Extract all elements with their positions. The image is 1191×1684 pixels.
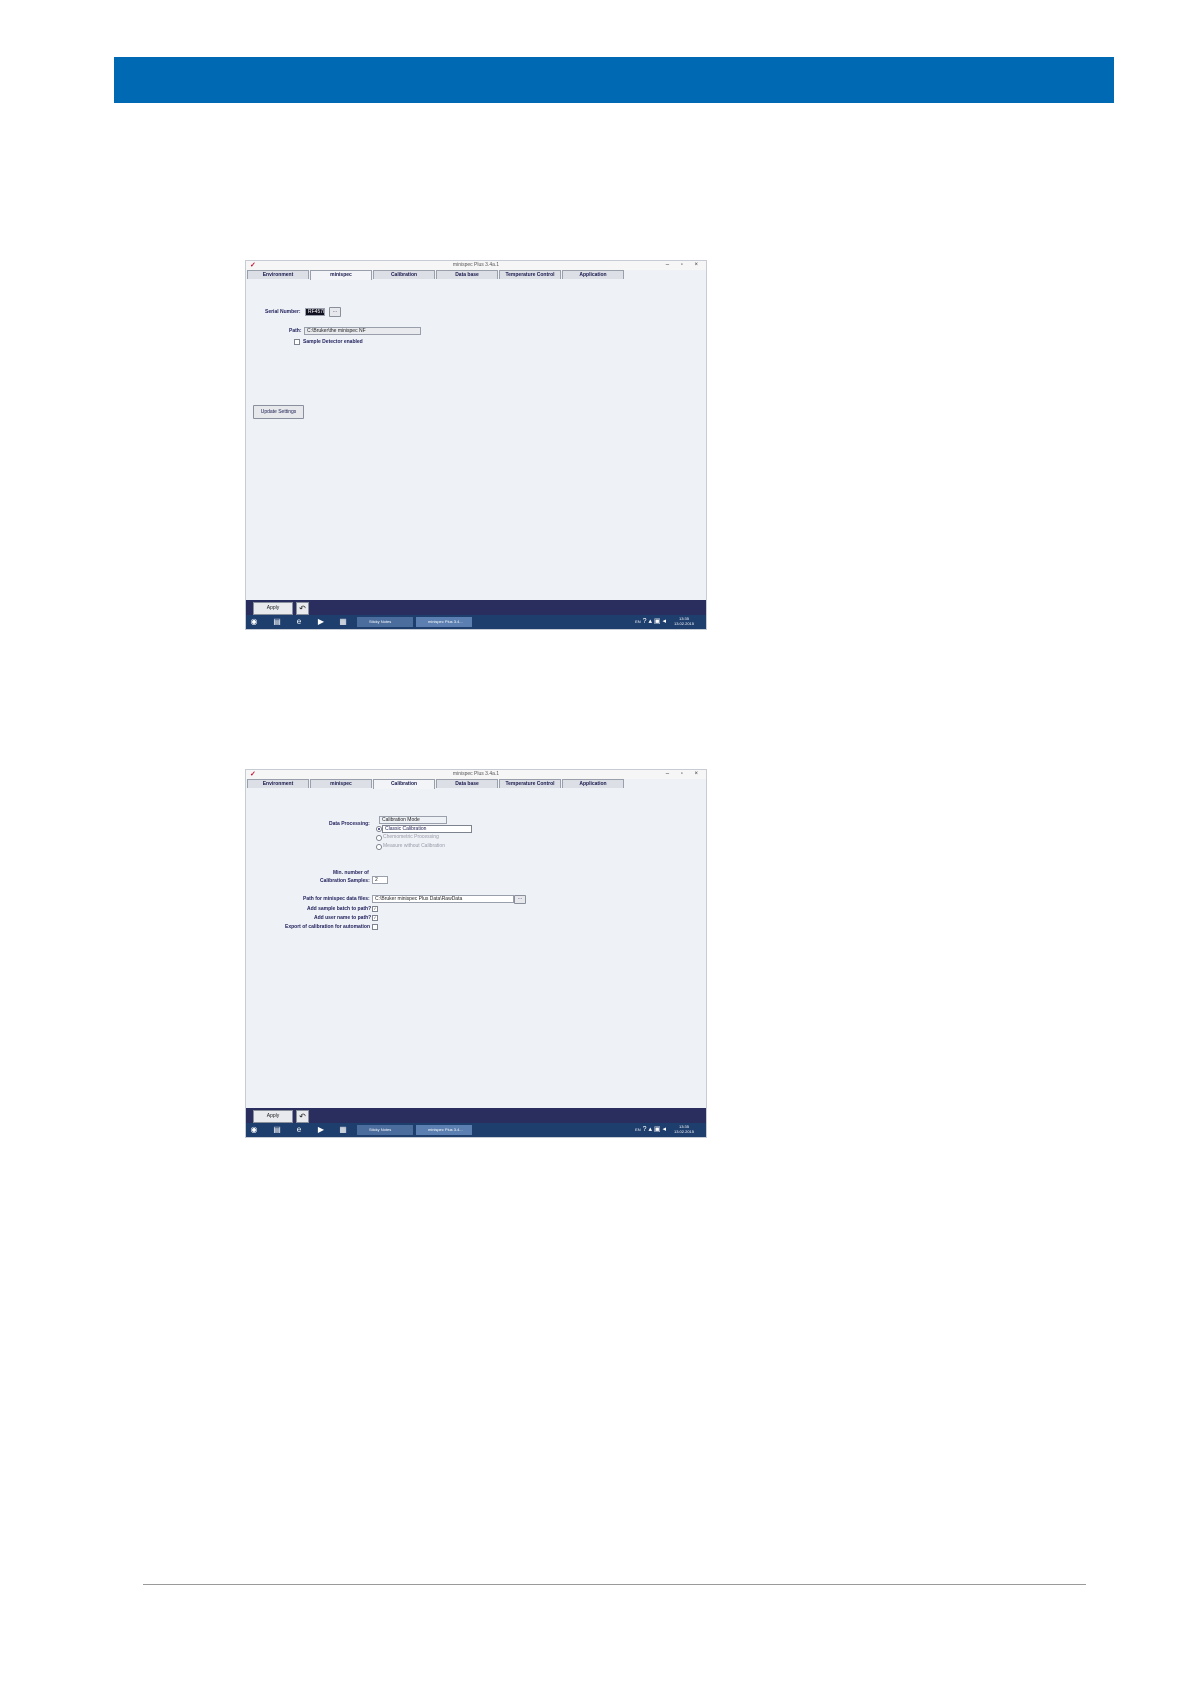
window-controls[interactable]: – ▫ × [666,770,703,779]
window-title: minispec Plus 3.4a.1 [452,262,500,268]
media-player-icon[interactable]: ▶ [316,1125,326,1135]
add-batch-label: Add sample batch to path? [307,906,372,912]
serial-browse-button[interactable]: ... [329,307,341,317]
data-files-path-label: Path for minispec data files: [303,896,370,902]
tab-data-base[interactable]: Data base [436,779,498,788]
tab-data-base[interactable]: Data base [436,270,498,279]
browser-icon[interactable]: e [294,1125,304,1135]
update-settings-button[interactable]: Update Settings [253,405,304,419]
start-orb-icon[interactable]: ◉ [249,1125,259,1135]
option-chemometric[interactable]: Chemometric Processing [383,834,439,840]
tab-bar: Environment minispec Calibration Data ba… [247,270,625,280]
footer-rule [143,1584,1086,1585]
tab-environment[interactable]: Environment [247,779,309,788]
action-bar: Apply ↶ [246,600,706,615]
add-user-label: Add user name to path? [314,915,372,921]
tab-bar: Environment minispec Calibration Data ba… [247,779,625,789]
calibration-mode-group: Calibration Mode [379,816,447,824]
undo-icon[interactable]: ↶ [296,602,309,615]
document-icon[interactable]: ▦ [338,617,348,627]
action-bar: Apply ↶ [246,1108,706,1123]
tab-environment[interactable]: Environment [247,270,309,279]
taskbar-sticky-notes[interactable]: Sticky Notes [357,1125,413,1135]
apply-button[interactable]: Apply [253,602,293,615]
clock: 13:35 13.02.2015 [673,616,694,626]
clock: 13:35 13.02.2015 [673,1124,694,1134]
tab-minispec[interactable]: minispec [310,270,372,280]
tray-icons: EN ? ▴ ▣ ◂ [635,1126,666,1133]
folder-icon[interactable]: ▤ [272,1125,282,1135]
add-user-checkbox[interactable]: ✓ [372,915,378,921]
document-icon[interactable]: ▦ [338,1125,348,1135]
path-field: C:\Bruker\the minispec NF [304,327,421,335]
window-title: minispec Plus 3.4a.1 [452,771,500,777]
tab-calibration[interactable]: Calibration [373,779,435,789]
taskbar: ◉ ▤ e ▶ ▦ Sticky Notes minispec Plus 3.4… [246,1123,706,1137]
tab-calibration[interactable]: Calibration [373,270,435,279]
add-batch-checkbox[interactable]: ✓ [372,906,378,912]
folder-icon[interactable]: ▤ [272,617,282,627]
min-samples-label-1: Min. number of [333,870,369,876]
tab-temperature-control[interactable]: Temperature Control [499,779,561,788]
data-processing-label: Data Processing: [329,821,370,827]
taskbar-minispec[interactable]: minispec Plus 3.4... [416,1125,472,1135]
title-bar: ✓ minispec Plus 3.4a.1 – ▫ × [246,261,706,270]
taskbar: ◉ ▤ e ▶ ▦ Sticky Notes minispec Plus 3.4… [246,615,706,629]
tab-application[interactable]: Application [562,779,624,788]
tab-minispec[interactable]: minispec [310,779,372,788]
tab-application[interactable]: Application [562,270,624,279]
apply-button[interactable]: Apply [253,1110,293,1123]
media-player-icon[interactable]: ▶ [316,617,326,627]
sample-detector-label: Sample Detector enabled [303,339,363,345]
title-bar: ✓ minispec Plus 3.4a.1 – ▫ × [246,770,706,779]
tab-temperature-control[interactable]: Temperature Control [499,270,561,279]
option-measure-without[interactable]: Measure without Calibration [383,843,445,849]
tray-icons: EN ? ▴ ▣ ◂ [635,618,666,625]
taskbar-sticky-notes[interactable]: Sticky Notes [357,617,413,627]
data-path-browse-button[interactable]: ... [514,895,526,904]
serial-number-field[interactable]: RF4578 [305,308,325,316]
export-label: Export of calibration for automation [285,924,371,930]
taskbar-minispec[interactable]: minispec Plus 3.4... [416,617,472,627]
sample-detector-checkbox[interactable] [294,339,300,345]
header-banner [114,57,1114,103]
screenshot-calibration-tab: ✓ minispec Plus 3.4a.1 – ▫ × Environment… [245,769,707,1138]
option-classic-calibration[interactable]: Classic Calibration [382,825,472,833]
serial-number-label: Serial Number: [265,309,301,315]
browser-icon[interactable]: e [294,617,304,627]
min-samples-label-2: Calibration Samples: [320,878,370,884]
min-samples-field[interactable]: 2 [372,876,388,884]
export-checkbox[interactable] [372,924,378,930]
undo-icon[interactable]: ↶ [296,1110,309,1123]
start-orb-icon[interactable]: ◉ [249,617,259,627]
radio-measure-without[interactable] [376,844,382,850]
data-files-path-field[interactable]: C:\Bruker minispec Plus Data\RawData [372,895,514,903]
radio-chemometric[interactable] [376,835,382,841]
window-controls[interactable]: – ▫ × [666,261,703,270]
path-label: Path: [289,328,302,334]
screenshot-minispec-tab: ✓ minispec Plus 3.4a.1 – ▫ × Environment… [245,260,707,630]
